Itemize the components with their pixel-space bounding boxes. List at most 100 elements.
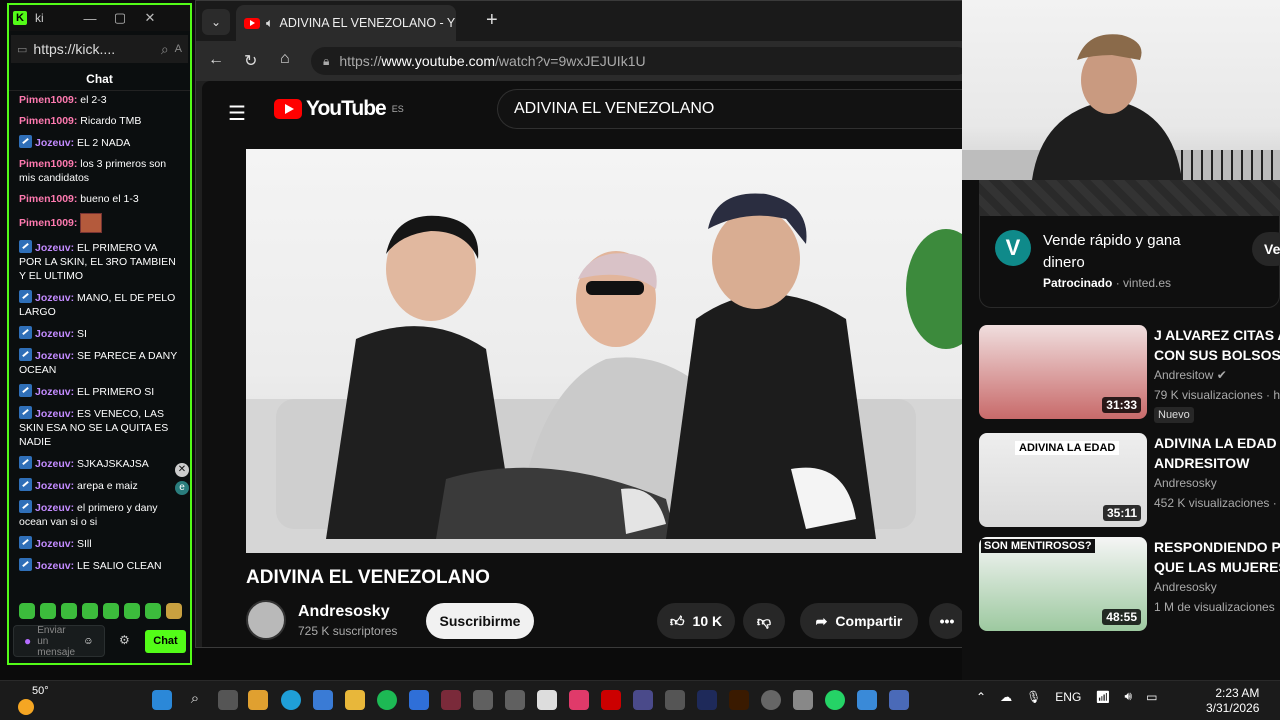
wifi-icon[interactable]: 📶︎ <box>1095 690 1110 704</box>
gear-icon[interactable]: ⚙ <box>119 633 130 647</box>
back-icon[interactable]: ← <box>208 51 224 69</box>
mic-icon[interactable]: ● <box>24 635 31 647</box>
close-icon[interactable]: ✕ <box>139 10 161 26</box>
ad-visit-button[interactable]: Ve <box>1252 232 1280 266</box>
chat-username[interactable]: Jozeuv: <box>35 137 74 149</box>
music-icon[interactable] <box>569 690 589 710</box>
share-button[interactable]: ➦ Compartir <box>800 603 918 639</box>
spotify-icon[interactable] <box>377 690 397 710</box>
emote-icon[interactable] <box>19 603 35 619</box>
like-button[interactable]: 👍︎ 10 K <box>657 603 735 639</box>
app-icon[interactable] <box>505 690 525 710</box>
chat-username[interactable]: Pimen1009: <box>19 158 77 170</box>
channel-name[interactable]: Andresosky <box>298 603 390 621</box>
chat-username[interactable]: Jozeuv: <box>35 560 74 572</box>
chat-username[interactable]: Jozeuv: <box>35 538 74 550</box>
app-icon[interactable] <box>633 690 653 710</box>
task-view-icon[interactable] <box>218 690 238 710</box>
mic-tray-icon[interactable]: 🎙︎ <box>1026 690 1041 704</box>
netflix-icon[interactable] <box>601 690 621 710</box>
app-icon[interactable] <box>665 690 685 710</box>
chat-input[interactable]: ● Enviar un mensaje ☺ <box>13 625 105 658</box>
youtube-logo[interactable]: YouTube ES <box>274 97 404 121</box>
start-icon[interactable] <box>152 690 172 710</box>
emote-circle-icon[interactable]: e <box>175 481 189 495</box>
edge-icon[interactable] <box>281 690 301 710</box>
emote-icon[interactable] <box>61 603 77 619</box>
chat-username[interactable]: Jozeuv: <box>35 292 74 304</box>
emoji-icon[interactable]: ☺ <box>83 636 93 647</box>
channel-avatar[interactable] <box>246 600 286 640</box>
chat-username[interactable]: Jozeuv: <box>35 458 74 470</box>
language-indicator[interactable]: ENG <box>1055 690 1081 704</box>
video-player[interactable] <box>246 149 963 553</box>
chat-username[interactable]: Jozeuv: <box>35 328 74 340</box>
chat-username[interactable]: Jozeuv: <box>35 350 74 362</box>
ad-banner-image[interactable] <box>979 180 1280 216</box>
close-circle-icon[interactable]: ✕ <box>175 463 189 477</box>
emote-icon[interactable] <box>82 603 98 619</box>
emote-icon[interactable] <box>166 603 182 619</box>
chat-username[interactable]: Jozeuv: <box>35 408 74 420</box>
emote-icon[interactable] <box>103 603 119 619</box>
more-actions-button[interactable]: ••• <box>929 603 965 639</box>
recommended-video[interactable]: 31:33 J ALVAREZ CITAS A CON SUS BOLSOS An… <box>979 325 1280 423</box>
refresh-icon[interactable]: ↻ <box>244 51 257 71</box>
clock[interactable]: 2:23 AM 3/31/2026 <box>1206 686 1259 716</box>
menu-icon[interactable]: ☰ <box>228 101 246 126</box>
rec-channel[interactable]: Andresosky <box>1154 476 1217 490</box>
photoshop-icon[interactable] <box>697 690 717 710</box>
new-tab-icon[interactable]: + <box>486 9 498 32</box>
recommended-video[interactable]: SON MENTIROSOS? 48:55 RESPONDIENDO PR QUE… <box>979 537 1280 633</box>
chat-username[interactable]: Jozeuv: <box>35 480 74 492</box>
chat-send-button[interactable]: Chat <box>145 630 186 653</box>
ad-card[interactable]: V Vende rápido y gana dinero Patrocinado… <box>979 216 1280 308</box>
chevron-up-icon[interactable]: ⌃ <box>976 690 986 704</box>
chat-username[interactable]: Pimen1009: <box>19 193 77 205</box>
read-aloud-icon[interactable]: A <box>175 43 182 55</box>
maximize-icon[interactable]: ▢ <box>109 10 131 26</box>
search-input[interactable]: ADIVINA EL VENEZOLANO <box>497 89 967 129</box>
rec-channel[interactable]: Andresosky <box>1154 580 1217 594</box>
app-icon[interactable] <box>441 690 461 710</box>
chat-username[interactable]: Pimen1009: <box>19 115 77 127</box>
zoom-icon[interactable]: ⌕ <box>161 41 169 58</box>
app-icon[interactable] <box>889 690 909 710</box>
home-icon[interactable]: ⌂ <box>280 50 290 68</box>
chat-username[interactable]: Jozeuv: <box>35 242 74 254</box>
copilot-icon[interactable] <box>248 690 268 710</box>
file-explorer-icon[interactable] <box>345 690 365 710</box>
shield-icon[interactable] <box>409 690 429 710</box>
rec-channel[interactable]: Andresitow ✔ <box>1154 368 1227 382</box>
emote-icon[interactable] <box>40 603 56 619</box>
video-thumbnail[interactable]: ADIVINA LA EDAD 35:11 <box>979 433 1147 527</box>
chat-username[interactable]: Jozeuv: <box>35 386 74 398</box>
app-icon[interactable] <box>761 690 781 710</box>
app-icon[interactable] <box>857 690 877 710</box>
minimize-icon[interactable]: — <box>79 11 101 26</box>
kick-url-bar[interactable]: ▭ https://kick.... ⌕ A <box>11 35 188 63</box>
tab-youtube[interactable]: 🔈︎ ADIVINA EL VENEZOLANO - Y ✕ <box>236 5 456 41</box>
subscribe-button[interactable]: Suscribirme <box>426 603 534 639</box>
illustrator-icon[interactable] <box>729 690 749 710</box>
whatsapp-icon[interactable] <box>825 690 845 710</box>
onedrive-icon[interactable]: ☁ <box>1000 690 1012 704</box>
app-icon[interactable] <box>473 690 493 710</box>
dislike-button[interactable]: 👎︎ <box>743 603 785 639</box>
settings-icon[interactable] <box>793 690 813 710</box>
search-icon[interactable]: ⌕ <box>185 690 205 710</box>
url-bar[interactable]: 🔒︎ https://www.youtube.com/watch?v=9wxJE… <box>311 47 971 75</box>
speaker-icon[interactable]: 🔈︎ <box>266 16 274 31</box>
emote-icon[interactable] <box>124 603 140 619</box>
store-icon[interactable] <box>313 690 333 710</box>
battery-icon[interactable]: ▭ <box>1146 690 1157 704</box>
tab-actions-icon[interactable]: ⌄ <box>202 9 230 35</box>
volume-icon[interactable]: 🔊︎ <box>1125 689 1133 704</box>
chat-username[interactable]: Pimen1009: <box>19 94 77 106</box>
chat-username[interactable]: Pimen1009: <box>19 217 77 229</box>
app-icon[interactable] <box>537 690 557 710</box>
video-thumbnail[interactable]: SON MENTIROSOS? 48:55 <box>979 537 1147 631</box>
video-thumbnail[interactable]: 31:33 <box>979 325 1147 419</box>
recommended-video[interactable]: ADIVINA LA EDAD 35:11 ADIVINA LA EDAD -A… <box>979 433 1280 529</box>
chat-username[interactable]: Jozeuv: <box>35 502 74 514</box>
